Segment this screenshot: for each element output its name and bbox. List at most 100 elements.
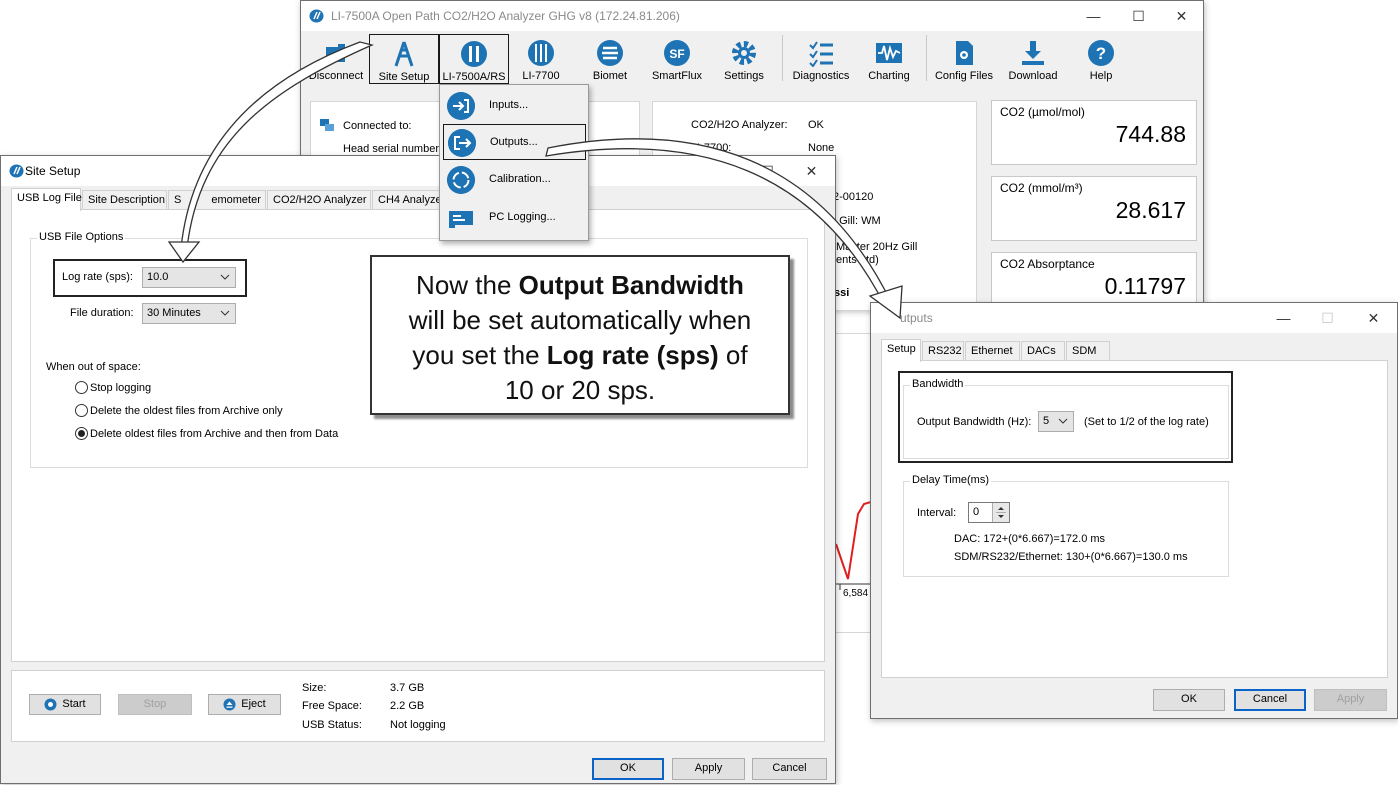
- callout-line-4: 10 or 20 sps.: [504, 375, 656, 405]
- toolbar-settings[interactable]: Settings: [715, 34, 773, 84]
- licor-logo-icon: [309, 9, 324, 23]
- tab-anemometer[interactable]: Semometer: [168, 190, 266, 210]
- readout-co2-absorptance-value: 0.11797: [1104, 273, 1186, 299]
- toolbar-biomet-label: Biomet: [592, 70, 628, 82]
- tab-dacs[interactable]: DACs: [1021, 341, 1065, 361]
- outputs-ok-button[interactable]: OK: [1153, 689, 1225, 711]
- outputs-setup-panel: Bandwidth Output Bandwidth (Hz): 5 (Set …: [881, 360, 1388, 678]
- bandwidth-label: Output Bandwidth (Hz):: [917, 416, 1032, 428]
- chevron-down-icon: [220, 274, 230, 280]
- toolbar-li7700[interactable]: LI-7700: [511, 34, 571, 84]
- toolbar-help[interactable]: ? Help: [1073, 34, 1129, 84]
- toolbar-analyzer[interactable]: LI-7500A/RS: [439, 34, 509, 84]
- disconnect-icon: [326, 44, 345, 62]
- usb-size-label: Size:: [302, 682, 327, 694]
- anemometer-fragment: : Gill: WM: [833, 215, 881, 227]
- start-button[interactable]: Start: [29, 694, 101, 715]
- tab-ch4-analyzer[interactable]: CH4 Analyzer: [372, 190, 448, 210]
- toolbar-disconnect-label: Disconnect: [308, 70, 364, 82]
- radio-delete-archive-then-data[interactable]: [75, 427, 88, 440]
- outputs-apply-button[interactable]: Apply: [1314, 689, 1387, 711]
- interval-label: Interval:: [917, 507, 957, 519]
- maximize-button[interactable]: ☐: [1116, 1, 1161, 31]
- toolbar-download[interactable]: Download: [1003, 34, 1063, 84]
- record-icon: [44, 698, 57, 711]
- outputs-cancel-button[interactable]: Cancel: [1234, 689, 1306, 711]
- site-setup-tabs: USB Log File Site Description Semometer …: [11, 188, 451, 211]
- start-label: Start: [62, 698, 86, 710]
- site-cancel-button[interactable]: Cancel: [752, 758, 827, 780]
- stepper-arrows[interactable]: [992, 503, 1009, 522]
- tab-site-description[interactable]: Site Description: [82, 190, 167, 210]
- tab-setup[interactable]: Setup: [881, 339, 921, 362]
- log-rate-value: 10.0: [147, 271, 169, 283]
- co2h2o-status-value: OK: [808, 119, 824, 131]
- toolbar-config-files[interactable]: Config Files: [931, 34, 997, 84]
- input-icon: [447, 92, 475, 120]
- dac-delay-text: DAC: 172+(0*6.667)=172.0 ms: [954, 533, 1106, 545]
- eject-button[interactable]: Eject: [208, 694, 281, 715]
- config-file-icon: [956, 41, 973, 65]
- toolbar-diagnostics[interactable]: Diagnostics: [789, 34, 853, 84]
- menu-item-pc-logging-label: PC Logging...: [489, 211, 556, 223]
- readout-co2-umol-label: CO2 (µmol/mol): [1000, 105, 1085, 119]
- radio-delete-archive-only[interactable]: [75, 404, 88, 417]
- tab-co2h2o-analyzer[interactable]: CO2/H2O Analyzer: [267, 190, 371, 210]
- pc-logging-icon: [449, 211, 473, 228]
- waveform-icon: [876, 43, 902, 63]
- log-rate-select[interactable]: 10.0: [142, 267, 236, 288]
- methane-analyzer-icon: [528, 40, 554, 66]
- connected-to-label: Connected to:: [343, 120, 412, 132]
- menu-item-outputs-label: Outputs...: [490, 136, 538, 148]
- bandwidth-group-title: Bandwidth: [910, 378, 966, 390]
- smartflux-icon: SF: [664, 40, 690, 66]
- outputs-minimize-button[interactable]: —: [1261, 303, 1306, 333]
- callout-emphasis: Output Bandwidth: [518, 270, 744, 300]
- minimize-button[interactable]: —: [1071, 1, 1116, 31]
- site-ok-button[interactable]: OK: [592, 758, 664, 780]
- toolbar-separator: [782, 35, 783, 81]
- interval-stepper[interactable]: 0: [968, 502, 1010, 523]
- readout-co2-mmol-label: CO2 (mmol/m³): [1000, 181, 1083, 195]
- menu-item-calibration[interactable]: Calibration...: [443, 162, 586, 198]
- tab-rs232[interactable]: RS232: [922, 341, 964, 361]
- chart-tick-label: 6,584: [843, 588, 869, 599]
- tab-ethernet[interactable]: Ethernet: [965, 341, 1020, 361]
- callout-emphasis: Log rate (sps): [546, 340, 719, 370]
- stop-button[interactable]: Stop: [118, 694, 192, 715]
- menu-item-pc-logging[interactable]: PC Logging...: [443, 200, 586, 236]
- callout-text: Now the: [416, 270, 519, 300]
- tab-anemometer-label-end: emometer: [211, 194, 261, 206]
- toolbar-site-setup-label: Site Setup: [378, 71, 430, 83]
- usb-size-value: 3.7 GB: [390, 682, 425, 694]
- callout-text: of: [718, 340, 748, 370]
- toolbar-site-setup[interactable]: Site Setup: [369, 34, 439, 84]
- site-setup-title: Site Setup: [25, 164, 81, 178]
- callout-line-3: you set the Log rate (sps) of: [372, 338, 788, 373]
- radio-stop-logging-label: Stop logging: [90, 382, 152, 394]
- close-button[interactable]: ✕: [1159, 1, 1204, 31]
- site-setup-maximize-button[interactable]: ☐: [745, 156, 790, 186]
- site-apply-button[interactable]: Apply: [672, 758, 745, 780]
- toolbar-disconnect[interactable]: Disconnect: [304, 34, 368, 84]
- tower-icon: [394, 41, 414, 67]
- toolbar-smartflux[interactable]: SF SmartFlux: [647, 34, 707, 84]
- radio-stop-logging[interactable]: [75, 381, 88, 394]
- tab-sdm[interactable]: SDM: [1066, 341, 1110, 361]
- toolbar-separator: [926, 35, 927, 81]
- tab-usb-log-file[interactable]: USB Log File: [11, 188, 82, 211]
- menu-item-inputs[interactable]: Inputs...: [443, 88, 586, 124]
- file-duration-label: File duration:: [70, 307, 134, 319]
- menu-item-outputs[interactable]: Outputs...: [443, 124, 586, 160]
- readout-co2-mmol-value: 28.617: [1115, 197, 1186, 223]
- site-setup-close-button[interactable]: ✕: [789, 156, 834, 186]
- toolbar-help-label: Help: [1089, 70, 1113, 82]
- bandwidth-select[interactable]: 5: [1038, 411, 1074, 432]
- usb-status-label: USB Status:: [302, 719, 362, 731]
- file-duration-select[interactable]: 30 Minutes: [142, 303, 236, 324]
- readout-co2-umol-value: 744.88: [1115, 121, 1186, 147]
- outputs-close-button[interactable]: ✕: [1351, 303, 1396, 333]
- toolbar-biomet[interactable]: Biomet: [581, 34, 639, 84]
- toolbar-charting[interactable]: Charting: [859, 34, 919, 84]
- main-window-title: LI-7500A Open Path CO2/H2O Analyzer GHG …: [331, 9, 680, 23]
